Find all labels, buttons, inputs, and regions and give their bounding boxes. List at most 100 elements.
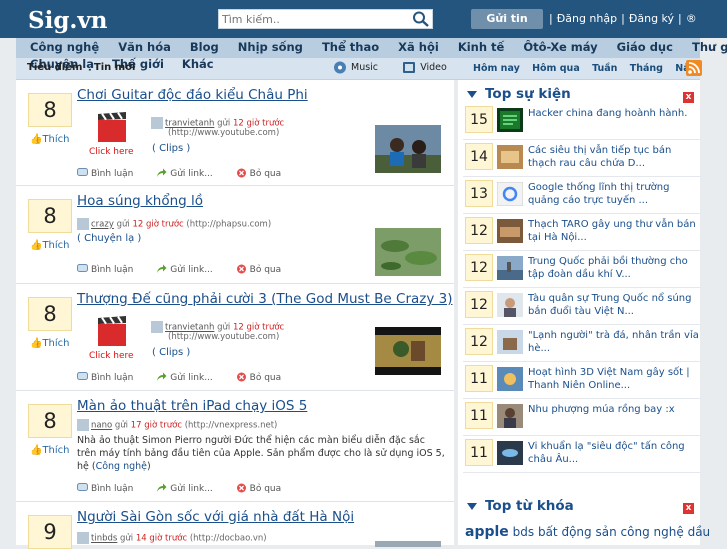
filter-month[interactable]: Tháng: [630, 63, 663, 74]
story-title[interactable]: Người Sài Gòn sốc với giá nhà đất Hà Nội: [77, 509, 354, 525]
source-link[interactable]: (http://docbao.vn): [190, 534, 267, 544]
event-item[interactable]: 12 "Lạnh người" trà đá, nhân trần vỉa hè…: [463, 325, 701, 362]
tag-link[interactable]: ( Chuyện lạ ): [77, 233, 141, 244]
extra-link[interactable]: ®: [686, 12, 697, 25]
like-button[interactable]: 👍Thích: [30, 240, 70, 251]
author-link[interactable]: nano: [91, 421, 112, 431]
close-icon[interactable]: x: [683, 503, 694, 514]
comment-button[interactable]: Bình luận: [77, 264, 143, 275]
author-link[interactable]: crazy: [91, 220, 114, 230]
filter-yesterday[interactable]: Hôm qua: [532, 63, 580, 74]
tag-link[interactable]: ( Clips ): [152, 347, 190, 358]
register-link[interactable]: Đăng ký: [629, 12, 674, 25]
keyword-link[interactable]: bds: [513, 525, 535, 539]
filter-week[interactable]: Tuần: [592, 63, 617, 74]
nav-cong-nghe[interactable]: Công nghệ: [30, 40, 99, 54]
nav-oto-xe-may[interactable]: Ôtô-Xe máy: [523, 40, 597, 54]
video-clip-icon[interactable]: [94, 109, 130, 145]
author-link[interactable]: tranvietanh: [165, 323, 214, 333]
source-link[interactable]: (http://vnexpress.net): [185, 421, 278, 431]
event-link[interactable]: Hacker china đang hoành hành.: [528, 107, 702, 120]
skip-button[interactable]: Bỏ qua: [236, 264, 291, 275]
tab-tin-moi[interactable]: Tin mới: [94, 62, 136, 73]
event-link[interactable]: Các siêu thị vẫn tiếp tục bán thạch rau …: [528, 144, 702, 170]
story-title[interactable]: Thượng Đế cũng phải cười 3 (The God Must…: [77, 291, 453, 307]
share-button[interactable]: Gửi link...: [156, 483, 223, 494]
share-button[interactable]: Gửi link...: [156, 168, 223, 179]
nav-van-hoa[interactable]: Văn hóa: [118, 40, 171, 54]
collapse-arrow-icon[interactable]: [467, 503, 477, 510]
event-item[interactable]: 11 Hoạt hình 3D Việt Nam gây sốt | Thanh…: [463, 362, 701, 399]
event-item[interactable]: 14 Các siêu thị vẫn tiếp tục bán thạch r…: [463, 140, 701, 177]
keyword-link[interactable]: apple: [465, 524, 509, 540]
story-title[interactable]: Chơi Guitar độc đáo kiểu Châu Phi: [77, 87, 308, 103]
event-link[interactable]: Thạch TARO gây ung thư vẫn bán tại Hà Nộ…: [528, 218, 702, 244]
event-item[interactable]: 11 Nhu phượng múa rồng bay :x: [463, 399, 701, 436]
comment-button[interactable]: Bình luận: [77, 168, 143, 179]
story-title[interactable]: Màn ảo thuật trên iPad chạy iOS 5: [77, 398, 307, 414]
skip-button[interactable]: Bỏ qua: [236, 372, 291, 383]
share-button[interactable]: Gửi link...: [156, 264, 223, 275]
nav-khac[interactable]: Khác: [182, 57, 214, 71]
event-item[interactable]: 11 Vi khuẩn lạ "siêu độc" tấn công châu …: [463, 436, 701, 473]
author-link[interactable]: tinbds: [91, 534, 117, 544]
event-link[interactable]: Tàu quân sự Trung Quốc nổ súng bắn đuổi …: [528, 292, 702, 318]
share-button[interactable]: Gửi link...: [156, 372, 223, 383]
keyword-link[interactable]: nghệ: [654, 525, 684, 539]
tag-link[interactable]: Công nghệ: [96, 461, 147, 472]
source-link[interactable]: (http://phapsu.com): [186, 220, 271, 230]
story-thumbnail[interactable]: [375, 228, 441, 276]
like-button[interactable]: 👍Thích: [30, 445, 70, 456]
nav-blog[interactable]: Blog: [190, 40, 219, 54]
keyword-link[interactable]: sản: [595, 525, 616, 539]
keyword-link[interactable]: dầu: [688, 525, 711, 539]
filter-today[interactable]: Hôm nay: [473, 63, 520, 74]
event-link[interactable]: "Lạnh người" trà đá, nhân trần vỉa hè...: [528, 329, 702, 355]
author-link[interactable]: tranvietanh: [165, 119, 214, 129]
comment-button[interactable]: Bình luận: [77, 372, 143, 383]
story-thumbnail[interactable]: [375, 327, 441, 375]
click-here-label[interactable]: Click here: [89, 351, 134, 361]
story-title[interactable]: Hoa súng khổng lồ: [77, 193, 203, 209]
event-item[interactable]: 12 Tàu quân sự Trung Quốc nổ súng bắn đu…: [463, 288, 701, 325]
story-thumbnail[interactable]: [375, 541, 441, 547]
rss-icon[interactable]: [686, 60, 702, 76]
keyword-link[interactable]: bất: [538, 525, 558, 539]
search-icon[interactable]: [412, 11, 430, 27]
close-icon[interactable]: x: [683, 92, 694, 103]
nav-thu-gian[interactable]: Thư giãn: [692, 40, 727, 54]
like-button[interactable]: 👍Thích: [30, 134, 70, 145]
event-link[interactable]: Trung Quốc phải bồi thường cho tập đoàn …: [528, 255, 702, 281]
event-link[interactable]: Google thống lĩnh thị trường quảng cáo t…: [528, 181, 702, 207]
collapse-arrow-icon[interactable]: [467, 91, 477, 98]
skip-button[interactable]: Bỏ qua: [236, 168, 291, 179]
click-here-label[interactable]: Click here: [89, 147, 134, 157]
login-link[interactable]: Đăng nhập: [557, 12, 617, 25]
source-link[interactable]: (http://www.youtube.com): [168, 128, 279, 138]
nav-xa-hoi[interactable]: Xã hội: [398, 40, 439, 54]
video-clip-icon[interactable]: [94, 313, 130, 349]
comment-button[interactable]: Bình luận: [77, 483, 143, 494]
music-link[interactable]: Music: [351, 62, 378, 73]
video-link[interactable]: Video: [420, 62, 447, 73]
story-thumbnail[interactable]: [375, 125, 441, 173]
event-item[interactable]: 13 Google thống lĩnh thị trường quảng cá…: [463, 177, 701, 214]
nav-nhip-song[interactable]: Nhịp sống: [238, 40, 303, 54]
event-link[interactable]: Vi khuẩn lạ "siêu độc" tấn công châu Âu.…: [528, 440, 702, 466]
nav-giao-duc[interactable]: Giáo dục: [617, 40, 673, 54]
source-link[interactable]: (http://www.youtube.com): [168, 332, 279, 342]
event-item[interactable]: 12 Trung Quốc phải bồi thường cho tập đo…: [463, 251, 701, 288]
search-input[interactable]: [219, 10, 407, 28]
nav-the-thao[interactable]: Thể thao: [322, 40, 379, 54]
event-link[interactable]: Hoạt hình 3D Việt Nam gây sốt | Thanh Ni…: [528, 366, 702, 392]
tag-link[interactable]: ( Clips ): [152, 143, 190, 154]
like-button[interactable]: 👍Thích: [30, 338, 70, 349]
keyword-link[interactable]: động: [561, 525, 591, 539]
nav-kinh-te[interactable]: Kinh tế: [458, 40, 505, 54]
tab-tieu-diem[interactable]: Tiêu điểm: [27, 62, 82, 73]
keyword-link[interactable]: công: [621, 525, 650, 539]
event-item[interactable]: 15 Hacker china đang hoành hành.: [463, 103, 701, 140]
skip-button[interactable]: Bỏ qua: [236, 483, 291, 494]
event-link[interactable]: Nhu phượng múa rồng bay :x: [528, 403, 702, 416]
site-logo[interactable]: Sig.vn: [28, 7, 108, 34]
